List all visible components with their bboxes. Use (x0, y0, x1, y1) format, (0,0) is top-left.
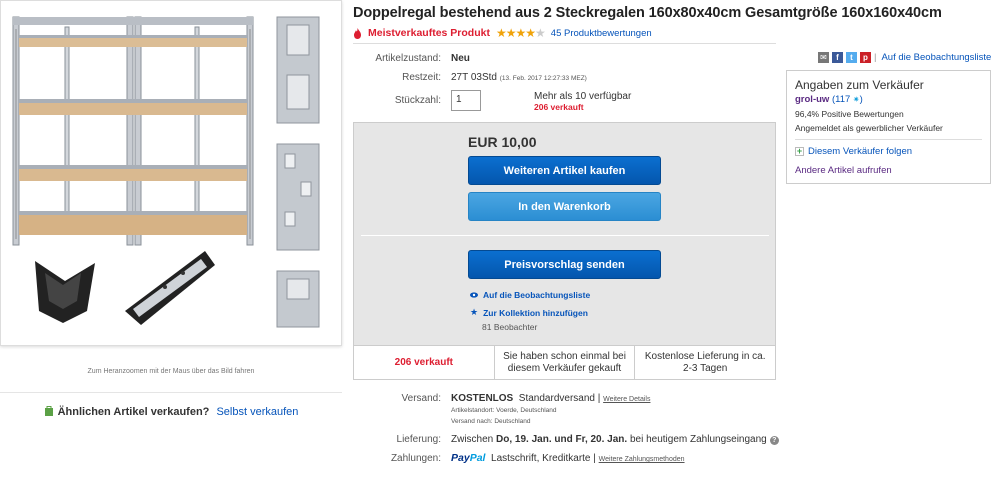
pinterest-icon[interactable]: p (860, 52, 871, 63)
seller-name-row: grol-uw (117 ✷) (795, 94, 982, 105)
info-bought-before: Sie haben schon einmal bei diesem Verkäu… (495, 346, 636, 379)
star-icon: ★ (470, 307, 479, 317)
quantity-input[interactable]: 1 (451, 90, 481, 111)
shipping-cost: KOSTENLOS (451, 393, 514, 404)
add-to-watchlist-link[interactable]: Auf die Beobachtungsliste (470, 290, 590, 300)
condition-value: Neu (451, 53, 470, 64)
payment-methods: Lastschrift, Kreditkarte | (491, 453, 596, 464)
feedback-score[interactable]: (117 ✷) (832, 94, 863, 105)
collection-label: Zur Kollektion hinzufügen (483, 307, 588, 318)
payment-value: PayPal Lastschrift, Kreditkarte | Weiter… (451, 452, 685, 464)
watchers-count: 81 Beobachter (482, 322, 538, 332)
bag-icon (44, 406, 53, 416)
registered-as: Angemeldet als gewerblicher Verkäufer (795, 123, 943, 133)
sell-yourself-link[interactable]: Selbst verkaufen (216, 406, 298, 418)
price: EUR 10,00 (468, 134, 537, 150)
bestseller-badge: Meistverkauftes Produkt (368, 27, 490, 39)
sell-similar-question: Ähnlichen Artikel verkaufen? (57, 406, 210, 418)
email-icon[interactable]: ✉ (818, 52, 829, 63)
info-delivery: Kostenlose Lieferung in ca. 2-3 Tagen (644, 350, 766, 374)
thumbnail-1[interactable] (273, 15, 323, 125)
buy-now-button[interactable]: Weiteren Artikel kaufen (468, 156, 661, 185)
seller-heading: Angaben zum Verkäufer (795, 78, 924, 92)
divider (361, 235, 769, 236)
shipping-method: Standardversand | (518, 393, 601, 404)
bestseller-row: Meistverkauftes Produkt ★★★★★ 45 Produkt… (353, 26, 652, 40)
delivery-value: Zwischen Do, 19. Jan. und Fr, 20. Jan. b… (451, 434, 779, 445)
ships-to: Versand nach: Deutschland (451, 418, 531, 425)
condition-label: Artikelzustand: (375, 53, 441, 64)
shipping-value: KOSTENLOS Standardversand | Weitere Deta… (451, 393, 650, 404)
other-items-link[interactable]: Andere Artikel aufrufen (795, 165, 982, 176)
availability-text: Mehr als 10 verfügbar (534, 91, 632, 102)
follow-seller-link[interactable]: + Diesem Verkäufer folgen (795, 146, 982, 157)
metal-corner-image (125, 251, 215, 325)
shipping-label: Versand: (401, 393, 441, 404)
thumbnail-2[interactable] (273, 142, 323, 252)
rating-stars[interactable]: ★★★★★ (496, 26, 546, 40)
facebook-icon[interactable]: f (832, 52, 843, 63)
share-row: ✉ f t p | Auf die Beobachtungsliste (818, 52, 991, 63)
zoom-hint: Zum Heranzoomen mit der Maus über das Bi… (87, 368, 255, 375)
divider (795, 139, 982, 140)
watchlist-label: Auf die Beobachtungsliste (483, 290, 591, 300)
item-location: Artikelstandort: Voerde, Deutschland (451, 407, 557, 414)
thumbnail-strip (273, 15, 325, 346)
accessory-images (35, 251, 215, 325)
quantity-label: Stückzahl: (394, 95, 441, 106)
more-payment-methods-link[interactable]: Weitere Zahlungsmethoden (599, 456, 685, 463)
plastic-corner-image (35, 261, 95, 323)
make-offer-button[interactable]: Preisvorschlag senden (468, 250, 661, 279)
info-sold: 206 verkauft (354, 346, 495, 379)
product-title: Doppelregal bestehend aus 2 Steckregalen… (353, 5, 942, 21)
watchlist-link[interactable]: Auf die Beobachtungsliste (881, 52, 991, 63)
shipping-details-link[interactable]: Weitere Details (603, 396, 650, 403)
add-to-collection-link[interactable]: ★ Zur Kollektion hinzufügen (470, 307, 588, 318)
buy-box: EUR 10,00 Weiteren Artikel kaufen In den… (353, 122, 776, 380)
paypal-logo: PayPal (451, 452, 486, 464)
eye-icon (470, 292, 478, 298)
seller-info-box: Angaben zum Verkäufer grol-uw (117 ✷) 96… (786, 70, 991, 184)
positive-feedback: 96,4% Positive Bewertungen (795, 109, 904, 119)
main-product-image[interactable] (9, 15, 259, 247)
delivery-label: Lieferung: (396, 434, 441, 445)
info-bar: 206 verkauft Sie haben schon einmal bei … (353, 345, 776, 380)
seller-name-link[interactable]: grol-uw (795, 94, 829, 105)
product-image-panel (0, 0, 342, 346)
payment-label: Zahlungen: (390, 453, 441, 464)
ratings-link[interactable]: 45 Produktbewertungen (551, 28, 652, 39)
follow-label: Diesem Verkäufer folgen (808, 146, 913, 157)
twitter-icon[interactable]: t (846, 52, 857, 63)
time-left-value: 27T 03Std (13. Feb. 2017 12:27:33 MEZ) (451, 72, 587, 83)
time-left-label: Restzeit: (402, 72, 441, 83)
sold-count: 206 verkauft (534, 102, 584, 112)
add-to-cart-button[interactable]: In den Warenkorb (468, 192, 661, 221)
help-icon[interactable]: ? (769, 436, 779, 445)
delivery-range: Do, 19. Jan. und Fr, 20. Jan. (496, 434, 628, 445)
divider (353, 43, 776, 44)
flame-icon (354, 27, 361, 39)
feedback-star-icon: ✷ (852, 95, 860, 104)
thumbnail-3[interactable] (273, 269, 323, 329)
sell-similar-row: Ähnlichen Artikel verkaufen? Selbst verk… (0, 392, 342, 418)
plus-icon: + (795, 146, 804, 156)
time-left-detail: (13. Feb. 2017 12:27:33 MEZ) (499, 75, 587, 82)
